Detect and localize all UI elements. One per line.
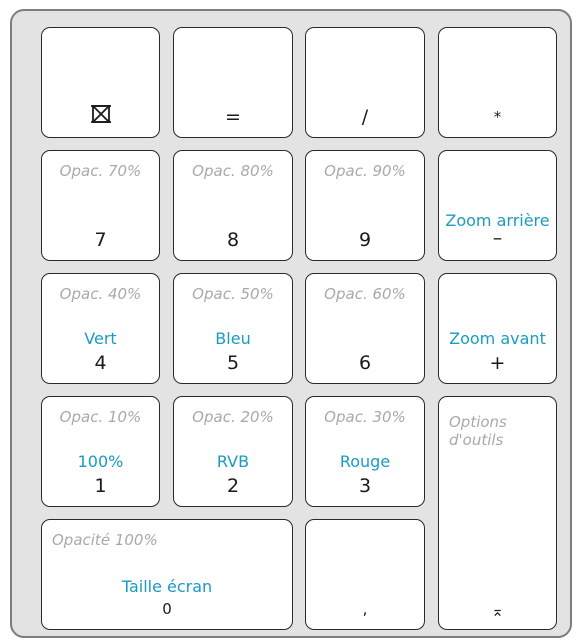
key-8-hint: Opac. 80% xyxy=(192,162,274,180)
numeric-keypad: = / * Opac. 70% 7 Opac. 80% 8 Opac. 90% … xyxy=(10,9,572,638)
key-1[interactable]: Opac. 10% 100% 1 xyxy=(41,396,160,507)
equals-label: = xyxy=(225,106,241,128)
tool-options-hint: Options d'outils xyxy=(449,413,507,449)
key-4-hint: Opac. 40% xyxy=(59,285,142,303)
key-0[interactable]: Opacité 100% Taille écran 0 xyxy=(41,519,293,630)
divide-label: / xyxy=(361,106,369,128)
key-0-label: 0 xyxy=(162,600,172,618)
clear-key[interactable] xyxy=(41,27,160,138)
key-8-label: 8 xyxy=(226,229,240,251)
equals-key[interactable]: = xyxy=(173,27,293,138)
key-1-label: 1 xyxy=(94,475,107,497)
key-2-action: RVB xyxy=(216,452,250,471)
multiply-key[interactable]: * xyxy=(438,27,557,138)
enter-icon: ⌅ xyxy=(491,602,504,620)
minus-key[interactable]: Zoom arrière – xyxy=(438,150,557,261)
key-3-action: Rouge xyxy=(339,452,391,471)
key-9-hint: Opac. 90% xyxy=(324,162,406,180)
multiply-label: * xyxy=(493,108,502,126)
zoom-in-label: Zoom avant xyxy=(449,329,546,348)
key-7[interactable]: Opac. 70% 7 xyxy=(41,150,160,261)
decimal-key[interactable]: , xyxy=(305,519,425,630)
key-5[interactable]: Opac. 50% Bleu 5 xyxy=(173,273,293,384)
enter-key[interactable]: Options d'outils ⌅ xyxy=(438,396,557,630)
key-4[interactable]: Opac. 40% Vert 4 xyxy=(41,273,160,384)
key-2[interactable]: Opac. 20% RVB 2 xyxy=(173,396,293,507)
key-2-hint: Opac. 20% xyxy=(192,408,274,426)
key-4-label: 4 xyxy=(94,352,107,374)
key-1-hint: Opac. 10% xyxy=(59,408,142,426)
key-6[interactable]: Opac. 60% 6 xyxy=(305,273,425,384)
plus-label: + xyxy=(489,352,506,374)
minus-label: – xyxy=(492,227,503,249)
key-9-label: 9 xyxy=(358,229,372,251)
plus-key[interactable]: Zoom avant + xyxy=(438,273,557,384)
key-5-hint: Opac. 50% xyxy=(192,285,274,303)
key-9[interactable]: Opac. 90% 9 xyxy=(305,150,425,261)
key-0-action: Taille écran xyxy=(121,577,213,596)
key-6-label: 6 xyxy=(358,352,372,374)
key-3-hint: Opac. 30% xyxy=(324,408,406,426)
decimal-label: , xyxy=(362,600,368,618)
key-6-hint: Opac. 60% xyxy=(324,285,406,303)
key-3-label: 3 xyxy=(358,475,372,497)
key-8[interactable]: Opac. 80% 8 xyxy=(173,150,293,261)
key-5-action: Bleu xyxy=(215,329,251,348)
key-7-hint: Opac. 70% xyxy=(59,162,142,180)
key-4-action: Vert xyxy=(84,329,117,348)
divide-key[interactable]: / xyxy=(305,27,425,138)
key-5-label: 5 xyxy=(226,352,240,374)
key-7-label: 7 xyxy=(94,229,107,251)
key-0-hint: Opacité 100% xyxy=(52,531,158,549)
key-3[interactable]: Opac. 30% Rouge 3 xyxy=(305,396,425,507)
key-1-action: 100% xyxy=(77,452,124,471)
clear-icon xyxy=(42,101,159,125)
key-2-label: 2 xyxy=(226,475,240,497)
